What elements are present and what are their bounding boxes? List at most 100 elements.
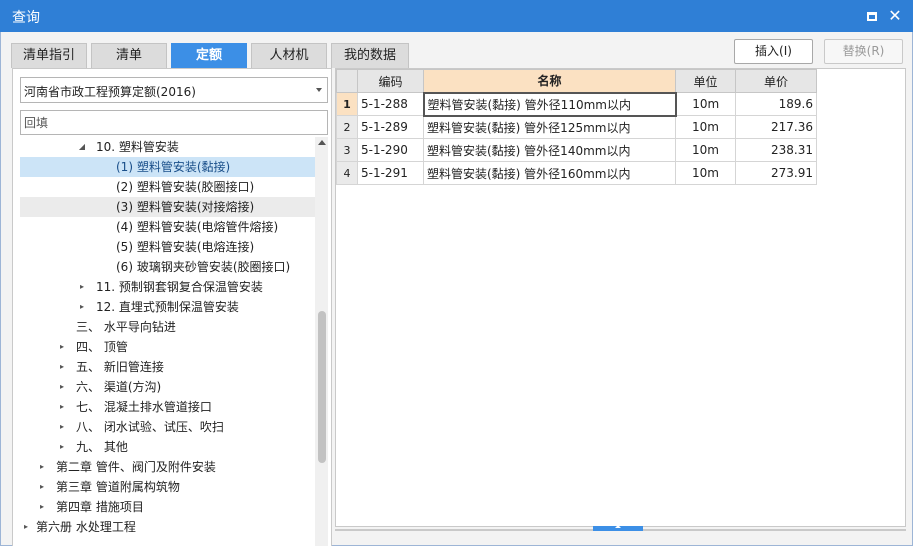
- cell-code[interactable]: 5-1-291: [357, 161, 424, 185]
- expand-icon[interactable]: ▸: [56, 377, 68, 397]
- cell-unit[interactable]: 10m: [675, 161, 736, 185]
- expand-icon[interactable]: ▸: [56, 337, 68, 357]
- expand-icon[interactable]: ▸: [56, 397, 68, 417]
- cell-price[interactable]: 273.91: [735, 161, 817, 185]
- tree-node-label: 第二章 管件、阀门及附件安装: [56, 460, 216, 474]
- tree-node[interactable]: ▸ 四、 顶管: [20, 337, 315, 357]
- column-header-price[interactable]: 单价: [735, 69, 817, 93]
- tree-node[interactable]: ▸ 七、 混凝土排水管道接口: [20, 397, 315, 417]
- row-number: 4: [336, 161, 358, 185]
- tree-node-label: 六、 渠道(方沟): [76, 380, 162, 394]
- cell-code[interactable]: 5-1-288: [357, 92, 424, 116]
- tab-list-guide[interactable]: 清单指引: [11, 43, 87, 68]
- replace-button[interactable]: 替换(R): [824, 39, 903, 64]
- column-header-name[interactable]: 名称: [423, 69, 676, 93]
- tree-node[interactable]: (5) 塑料管安装(电熔连接): [20, 237, 315, 257]
- tree-node[interactable]: (2) 塑料管安装(胶圈接口): [20, 177, 315, 197]
- tree-node[interactable]: ▸ 九、 其他: [20, 437, 315, 457]
- tree-node-label: 八、 闭水试验、试压、吹扫: [76, 420, 224, 434]
- tree-node-label: 第四章 措施项目: [56, 500, 144, 514]
- expand-icon[interactable]: ▸: [20, 517, 32, 537]
- tree-node[interactable]: ▸ 第六册 水处理工程: [20, 517, 315, 537]
- tree-node[interactable]: ▸ 第三章 管道附属构筑物: [20, 477, 315, 497]
- quota-library-select[interactable]: 河南省市政工程预算定额(2016): [20, 77, 328, 103]
- tab-quota[interactable]: 定额: [171, 43, 247, 68]
- insert-button[interactable]: 插入(I): [734, 39, 813, 64]
- expand-icon[interactable]: ▸: [76, 277, 88, 297]
- results-panel: 编码 名称 单位 单价 1 5-1-288 塑料管安装(黏接) 管外径110mm…: [335, 68, 906, 527]
- tree-node-label: (3) 塑料管安装(对接熔接): [116, 200, 255, 214]
- tree-node-label: 九、 其他: [76, 440, 128, 454]
- tree-node[interactable]: ▸ 11. 预制钢套钢复合保温管安装: [20, 277, 315, 297]
- cell-name[interactable]: 塑料管安装(黏接) 管外径160mm以内: [423, 161, 676, 185]
- tree-node-label: 11. 预制钢套钢复合保温管安装: [96, 280, 263, 294]
- tab-my-data[interactable]: 我的数据: [331, 43, 409, 68]
- tree-node[interactable]: 三、 水平导向钻进: [20, 317, 315, 337]
- scroll-up-icon[interactable]: [318, 140, 326, 145]
- tree-node-label: (5) 塑料管安装(电熔连接): [116, 240, 255, 254]
- chapter-tree: ◢ 10. 塑料管安装 (1) 塑料管安装(黏接) (2) 塑料管安装(胶圈接口…: [20, 137, 315, 546]
- cell-name[interactable]: 塑料管安装(黏接) 管外径110mm以内: [422, 91, 677, 117]
- tree-scrollbar[interactable]: [315, 137, 328, 546]
- cell-code[interactable]: 5-1-289: [357, 115, 424, 139]
- row-number: 3: [336, 138, 358, 162]
- tab-labor-material-machine[interactable]: 人材机: [251, 43, 327, 68]
- panel-splitter[interactable]: [593, 525, 643, 531]
- column-header-rownum: [336, 69, 358, 93]
- scroll-thumb[interactable]: [318, 311, 326, 463]
- expand-icon[interactable]: ▸: [56, 357, 68, 377]
- tree-node-label: 第六册 水处理工程: [36, 520, 136, 534]
- chevron-up-icon[interactable]: [615, 525, 621, 528]
- cell-price[interactable]: 189.6: [735, 92, 817, 116]
- tree-node[interactable]: ▸ 八、 闭水试验、试压、吹扫: [20, 417, 315, 437]
- cell-code[interactable]: 5-1-290: [357, 138, 424, 162]
- tree-node-label: (4) 塑料管安装(电熔管件熔接): [116, 220, 279, 234]
- cell-price[interactable]: 217.36: [735, 115, 817, 139]
- chevron-down-icon[interactable]: [316, 88, 322, 92]
- table-row[interactable]: 4 5-1-291 塑料管安装(黏接) 管外径160mm以内 10m 273.9…: [336, 161, 817, 185]
- dialog-body: 清单指引 清单 定额 人材机 我的数据 插入(I) 替换(R) 河南省市政工程预…: [0, 32, 913, 546]
- tree-node[interactable]: (3) 塑料管安装(对接熔接): [20, 197, 315, 217]
- tree-node[interactable]: ◢ 10. 塑料管安装: [20, 137, 315, 157]
- tree-node[interactable]: ▸ 12. 直埋式预制保温管安装: [20, 297, 315, 317]
- tree-node-label: (6) 玻璃钢夹砂管安装(胶圈接口): [116, 260, 291, 274]
- tree-node[interactable]: ▸ 五、 新旧管连接: [20, 357, 315, 377]
- table-row[interactable]: 2 5-1-289 塑料管安装(黏接) 管外径125mm以内 10m 217.3…: [336, 115, 817, 139]
- tree-node[interactable]: (4) 塑料管安装(电熔管件熔接): [20, 217, 315, 237]
- tree-panel: 河南省市政工程预算定额(2016) ◢ 10. 塑料管安装 (1) 塑料管安装(…: [12, 68, 332, 546]
- tree-node-label: 第三章 管道附属构筑物: [56, 480, 180, 494]
- tree-node[interactable]: ▸ 第二章 管件、阀门及附件安装: [20, 457, 315, 477]
- cell-name[interactable]: 塑料管安装(黏接) 管外径140mm以内: [423, 138, 676, 162]
- quota-library-value: 河南省市政工程预算定额(2016): [24, 85, 196, 99]
- column-header-code[interactable]: 编码: [357, 69, 424, 93]
- expand-icon[interactable]: ▸: [56, 417, 68, 437]
- cell-unit[interactable]: 10m: [675, 115, 736, 139]
- tree-node-label: (1) 塑料管安装(黏接): [116, 160, 231, 174]
- filter-input[interactable]: [20, 110, 328, 135]
- tree-node[interactable]: ▸ 六、 渠道(方沟): [20, 377, 315, 397]
- cell-unit[interactable]: 10m: [675, 92, 736, 116]
- cell-name[interactable]: 塑料管安装(黏接) 管外径125mm以内: [423, 115, 676, 139]
- tree-node-label: 10. 塑料管安装: [96, 140, 179, 154]
- expand-icon[interactable]: ▸: [36, 457, 48, 477]
- tree-node[interactable]: (6) 玻璃钢夹砂管安装(胶圈接口): [20, 257, 315, 277]
- table-row[interactable]: 3 5-1-290 塑料管安装(黏接) 管外径140mm以内 10m 238.3…: [336, 138, 817, 162]
- table-row[interactable]: 1 5-1-288 塑料管安装(黏接) 管外径110mm以内 10m 189.6: [336, 91, 817, 117]
- column-header-unit[interactable]: 单位: [675, 69, 736, 93]
- expand-icon[interactable]: ▸: [56, 437, 68, 457]
- expand-icon[interactable]: ▸: [36, 497, 48, 517]
- maximize-icon[interactable]: [864, 8, 880, 24]
- close-icon[interactable]: ✕: [887, 8, 903, 24]
- tree-node-label: 五、 新旧管连接: [76, 360, 164, 374]
- tab-list[interactable]: 清单: [91, 43, 167, 68]
- tree-node-label: 三、 水平导向钻进: [76, 320, 176, 334]
- cell-price[interactable]: 238.31: [735, 138, 817, 162]
- tree-node-selected[interactable]: (1) 塑料管安装(黏接): [20, 157, 315, 177]
- expand-icon[interactable]: ▸: [36, 477, 48, 497]
- expand-icon[interactable]: ▸: [76, 297, 88, 317]
- quota-table: 编码 名称 单位 单价 1 5-1-288 塑料管安装(黏接) 管外径110mm…: [336, 69, 817, 185]
- collapse-icon[interactable]: ◢: [76, 137, 88, 157]
- window-title: 查询: [12, 10, 40, 26]
- tree-node[interactable]: ▸ 第四章 措施项目: [20, 497, 315, 517]
- cell-unit[interactable]: 10m: [675, 138, 736, 162]
